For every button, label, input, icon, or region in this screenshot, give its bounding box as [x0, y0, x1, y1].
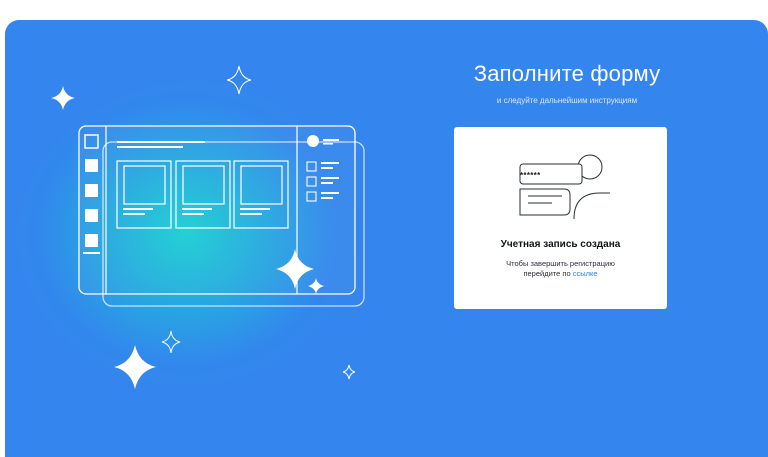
registration-panel: Заполните форму и следуйте дальнейшим ин…	[5, 20, 768, 457]
card-description: Чтобы завершить регистрацию перейдите по…	[454, 259, 667, 279]
account-created-card: ****** Учетная запись создана Чтобы заве…	[454, 127, 667, 309]
card-text-line1: Чтобы завершить регистрацию	[506, 259, 615, 268]
page-title: Заполните форму	[473, 61, 661, 86]
password-mask: ******	[520, 171, 541, 180]
registration-link[interactable]: ссылке	[573, 269, 598, 278]
user-password-icon	[519, 154, 610, 220]
page-subtitle: и следуйте дальнейшим инструкциям	[496, 96, 638, 105]
card-title: Учетная запись создана	[500, 239, 621, 250]
card-text-line2: перейдите по ссылке	[454, 269, 667, 279]
card-text-prefix: перейдите по	[523, 269, 571, 278]
